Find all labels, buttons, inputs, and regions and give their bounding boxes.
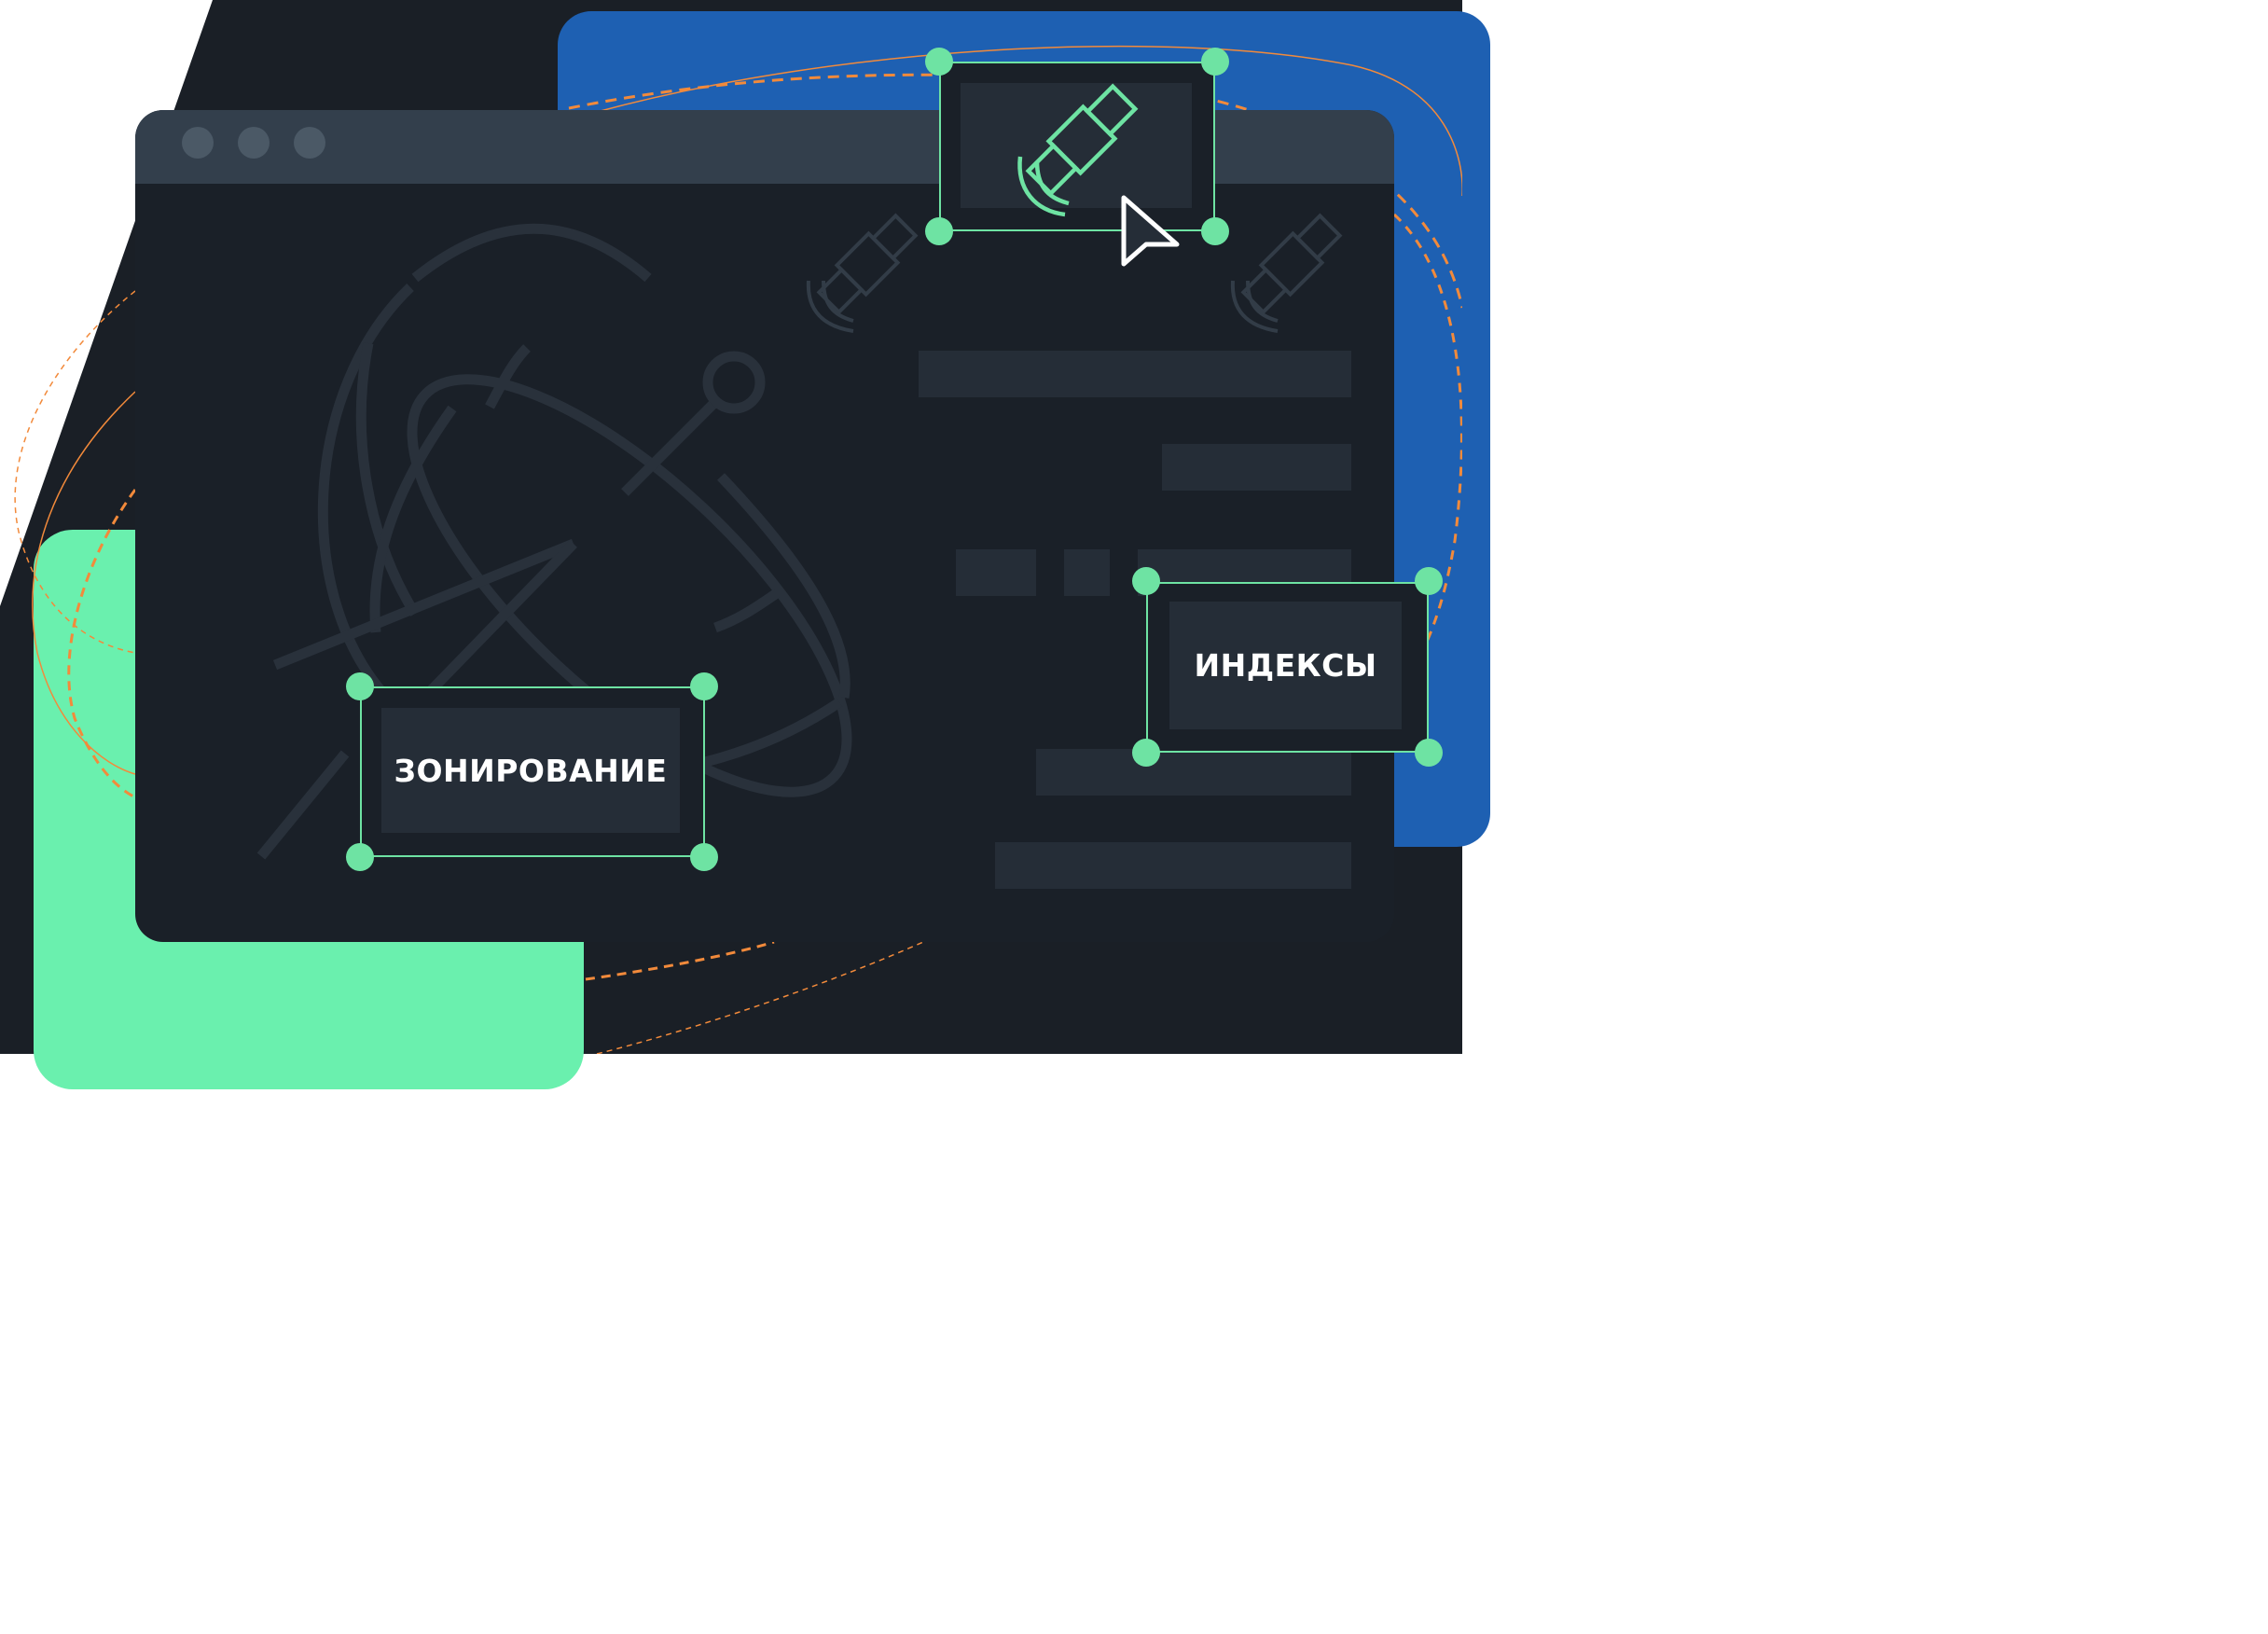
cursor-arrow [1121,195,1180,267]
cursor-icon [1121,195,1180,267]
illustration-root: { "labels": { "zoning": "ЗОНИРОВАНИЕ", "… [0,0,1490,1089]
